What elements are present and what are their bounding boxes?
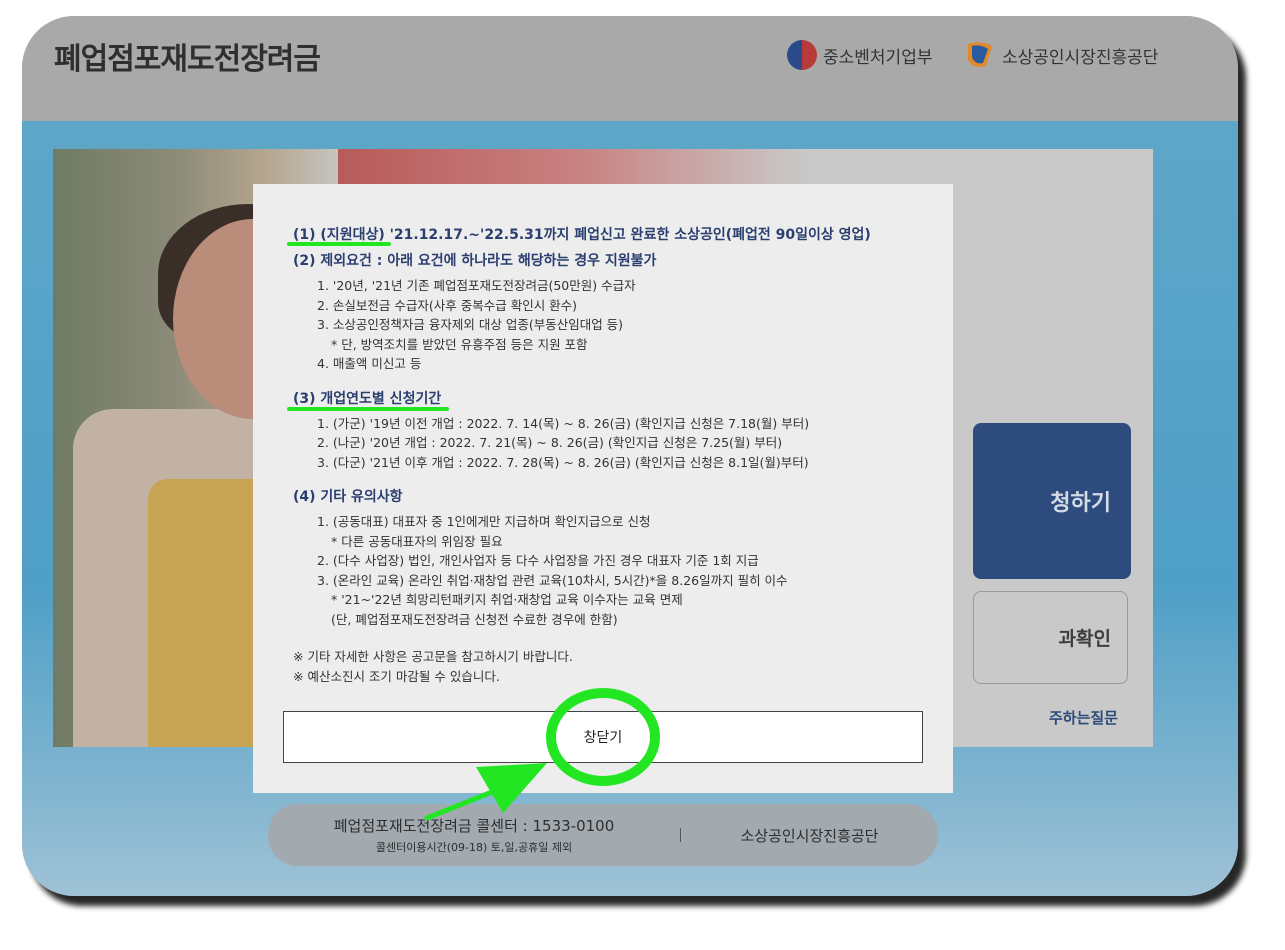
section-4-title: (4) 기타 유의사항: [293, 489, 403, 505]
note-1: ※ 기타 자세한 사항은 공고문을 참고하시기 바랍니다.: [293, 649, 573, 664]
footer-org: 소상공인시장진흥공단: [740, 826, 879, 845]
list-item: * 단, 방역조치를 받았던 유흥주점 등은 지원 포함: [331, 336, 588, 352]
site-header: 폐업점포재도전장려금 중소벤처기업부 소상공인시장진흥공단: [22, 16, 1238, 121]
notice-modal: (1) (지원대상) '21.12.17.~'22.5.31까지 폐업신고 완료…: [253, 184, 953, 793]
mss-logo-text: 중소벤처기업부: [823, 47, 933, 68]
semas-logo[interactable]: 소상공인시장진흥공단: [964, 40, 1158, 70]
notice-footer: ※ 기타 자세한 사항은 공고문을 참고하시기 바랍니다. ※ 예산소진시 조기…: [293, 647, 933, 686]
list-item: 3. (온라인 교육) 온라인 취업·재창업 관련 교육(10차시, 5시간)*…: [317, 572, 788, 588]
list-item: 2. (나군) '20년 개업 : 2022. 7. 21(목) ~ 8. 26…: [317, 435, 783, 450]
section-1-text: '21.12.17.~'22.5.31까지 폐업신고 완료한 소상공인(폐업전 …: [384, 227, 871, 243]
call-center-hours: 콜센터이용시간(09-18) 토,일,공휴일 제외: [375, 841, 573, 854]
list-item: * 다른 공동대표자의 위임장 필요: [331, 533, 503, 549]
call-center-info: 폐업점포재도전장려금 콜센터 : 1533-0100 콜센터이용시간(09-18…: [268, 815, 680, 855]
list-item: 1. '20년, '21년 기존 폐업점포재도전장려금(50만원) 수급자: [317, 278, 636, 293]
list-item: 3. (다군) '21년 이후 개업 : 2022. 7. 28(목) ~ 8.…: [317, 454, 809, 470]
section-2-title: (2) 제외요건 : 아래 요건에 하나라도 해당하는 경우 지원불가: [293, 253, 657, 269]
list-item: * '21~'22년 희망리턴패키지 취업·재창업 교육 이수자는 교육 면제: [331, 592, 683, 607]
mss-logo[interactable]: 중소벤처기업부: [787, 40, 932, 70]
list-item: 2. (다수 사업장) 법인, 개인사업자 등 다수 사업장을 가진 경우 대표…: [317, 553, 759, 568]
shop-awning: [338, 149, 808, 189]
semas-logo-text: 소상공인시장진흥공단: [1002, 47, 1159, 68]
note-2: ※ 예산소진시 조기 마감될 수 있습니다.: [293, 668, 500, 684]
check-result-button[interactable]: 과확인: [973, 591, 1128, 684]
site-title[interactable]: 폐업점포재도전장려금: [54, 34, 321, 78]
list-item: (단, 폐업점포재도전장려금 신청전 수료한 경우에 한함): [331, 611, 618, 627]
list-item: 1. (공동대표) 대표자 중 1인에게만 지급하며 확인지급으로 신청: [317, 514, 651, 529]
call-center-number[interactable]: 폐업점포재도전장려금 콜센터 : 1533-0100: [268, 815, 680, 836]
taegeuk-icon: [787, 40, 817, 70]
section-1-label: (1) (지원대상): [293, 227, 385, 243]
section-1: (1) (지원대상) '21.12.17.~'22.5.31까지 폐업신고 완료…: [293, 224, 933, 244]
footer-bar: 폐업점포재도전장려금 콜센터 : 1533-0100 콜센터이용시간(09-18…: [268, 804, 938, 866]
close-window-button[interactable]: 창닫기: [283, 711, 923, 763]
section-4-list: 1. (공동대표) 대표자 중 1인에게만 지급하며 확인지급으로 신청 * 다…: [293, 512, 933, 629]
semas-emblem-icon: [968, 42, 992, 68]
notice-content: (1) (지원대상) '21.12.17.~'22.5.31까지 폐업신고 완료…: [293, 224, 933, 686]
list-item: 4. 매출액 미신고 등: [317, 356, 422, 371]
list-item: 2. 손실보전금 수급자(사후 중복수급 확인시 환수): [317, 297, 578, 313]
section-3-title: (3) 개업연도별 신청기간: [293, 390, 442, 407]
faq-link[interactable]: 주하는질문: [978, 707, 1118, 728]
list-item: 1. (가군) '19년 이전 개업 : 2022. 7. 14(목) ~ 8.…: [317, 415, 810, 431]
list-item: 3. 소상공인정책자금 융자제외 대상 업종(부동산임대업 등): [317, 317, 624, 332]
section-3-list: 1. (가군) '19년 이전 개업 : 2022. 7. 14(목) ~ 8.…: [293, 414, 933, 473]
close-window-label: 창닫기: [583, 730, 623, 746]
apply-button[interactable]: 청하기: [973, 423, 1131, 579]
section-2-list: 1. '20년, '21년 기존 폐업점포재도전장려금(50만원) 수급자 2.…: [293, 276, 933, 374]
